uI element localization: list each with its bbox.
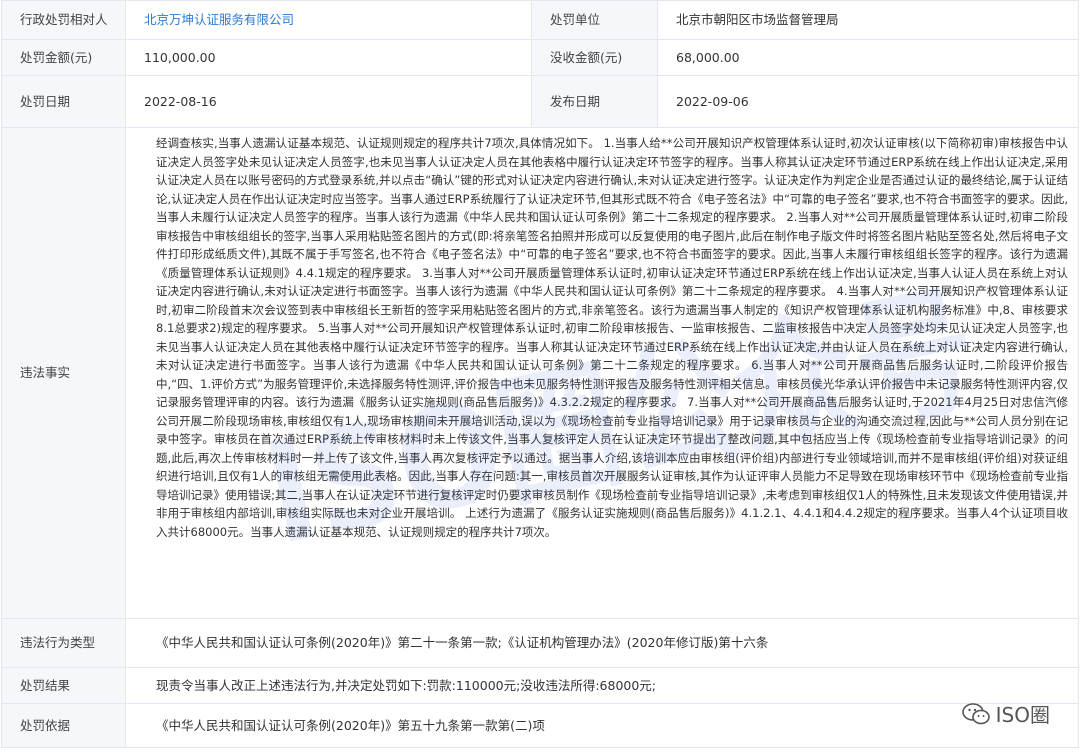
violation-type-value: 《中华人民共和国认证认可条例(2020年)》第二十一条第一款;《认证机构管理办法… — [125, 618, 1079, 668]
publish-date-value: 2022-09-06 — [657, 75, 1079, 128]
facts-label: 违法事实 — [1, 127, 126, 619]
authority-label: 处罚单位 — [531, 0, 658, 40]
basis-label: 处罚依据 — [1, 703, 126, 748]
penalty-date-label: 处罚日期 — [1, 75, 126, 128]
fine-value: 110,000.00 — [125, 39, 532, 76]
party-link[interactable]: 北京万坤认证服务有限公司 — [125, 0, 532, 40]
brand-text: ISO圈 — [995, 703, 1050, 727]
violation-type-label: 违法行为类型 — [1, 618, 126, 668]
penalty-info-table: 行政处罚相对人 北京万坤认证服务有限公司 处罚单位 北京市朝阳区市场监督管理局 … — [1, 0, 1079, 748]
fine-label: 处罚金额(元) — [1, 39, 126, 76]
authority-value: 北京市朝阳区市场监督管理局 — [657, 0, 1079, 40]
basis-value: 《中华人民共和国认证认可条例(2020年)》第五十九条第一款第(二)项 — [125, 703, 1079, 748]
brand-mark: ISO圈 — [961, 699, 1050, 728]
party-label: 行政处罚相对人 — [1, 0, 126, 40]
facts-text: 经调查核实,当事人遗漏认证基本规范、认证规则规定的程序共计7项次,具体情况如下。… — [156, 136, 1068, 539]
publish-date-label: 发布日期 — [531, 75, 658, 128]
result-label: 处罚结果 — [1, 667, 126, 704]
result-value: 现责令当事人改正上述违法行为,并决定处罚如下:罚款:110000元;没收违法所得… — [125, 667, 1079, 704]
wechat-icon — [961, 702, 990, 724]
confiscation-label: 没收金额(元) — [531, 39, 658, 76]
confiscation-value: 68,000.00 — [657, 39, 1079, 76]
penalty-date-value: 2022-08-16 — [125, 75, 532, 128]
